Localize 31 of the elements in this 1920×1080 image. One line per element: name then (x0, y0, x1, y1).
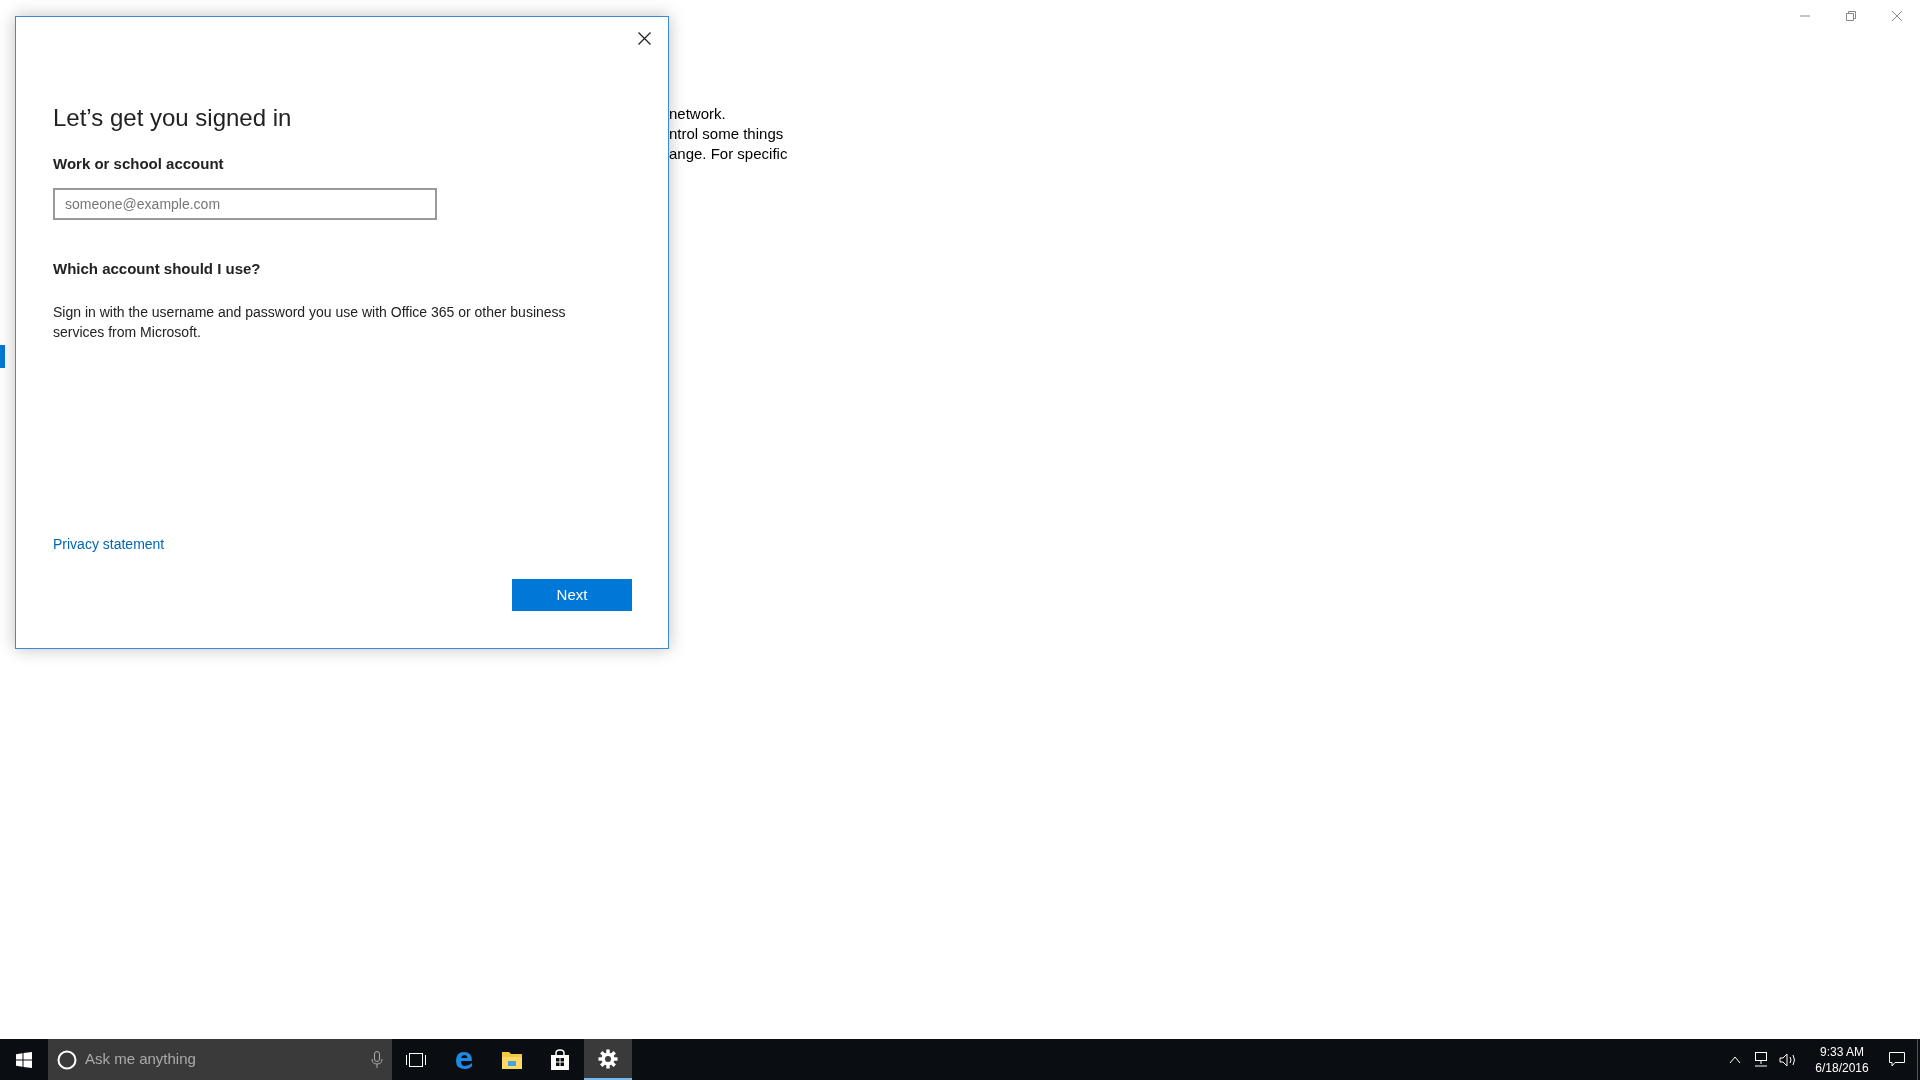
show-desktop-button[interactable] (1917, 1039, 1920, 1080)
circle-icon (57, 1049, 77, 1070)
nav-selection-bar (0, 345, 5, 368)
shopping-bag-icon (550, 1048, 570, 1071)
gear-icon (598, 1048, 618, 1069)
body-text: ntrol some things (669, 124, 785, 144)
chevron-up-icon[interactable] (1729, 1055, 1741, 1064)
body-text: network. (669, 104, 727, 124)
close-icon (637, 31, 651, 45)
dialog-title: Let’s get you signed in (53, 103, 293, 133)
help-heading: Which account should I use? (53, 258, 262, 279)
volume-icon[interactable] (1779, 1052, 1797, 1067)
microphone-icon (371, 1050, 383, 1069)
notification-icon[interactable] (1889, 1052, 1905, 1067)
clock-time[interactable]: 9:33 AM (1820, 1043, 1864, 1060)
next-button[interactable]: Next (512, 579, 632, 611)
clock-date[interactable]: 6/18/2016 (1815, 1059, 1869, 1076)
network-icon[interactable] (1753, 1052, 1769, 1067)
folder-icon (501, 1049, 523, 1070)
restore-icon (1846, 11, 1856, 21)
search-box[interactable]: Ask me anything (48, 1039, 392, 1080)
email-input-field[interactable]: someone@example.com (53, 187, 437, 220)
body-text: ange. For specific (669, 144, 788, 164)
windows-logo-icon (16, 1051, 32, 1068)
close-icon (1892, 11, 1902, 21)
field-label: Work or school account (53, 154, 225, 174)
taskbar-app-button[interactable] (584, 1039, 632, 1080)
task-view-icon (405, 1051, 427, 1068)
search-placeholder: Ask me anything (85, 1049, 197, 1070)
privacy-statement-link[interactable]: Privacy statement (53, 534, 165, 555)
help-text: Sign in with the username and password you use with Office 365 or other business services from Microsoft. (53, 303, 567, 342)
